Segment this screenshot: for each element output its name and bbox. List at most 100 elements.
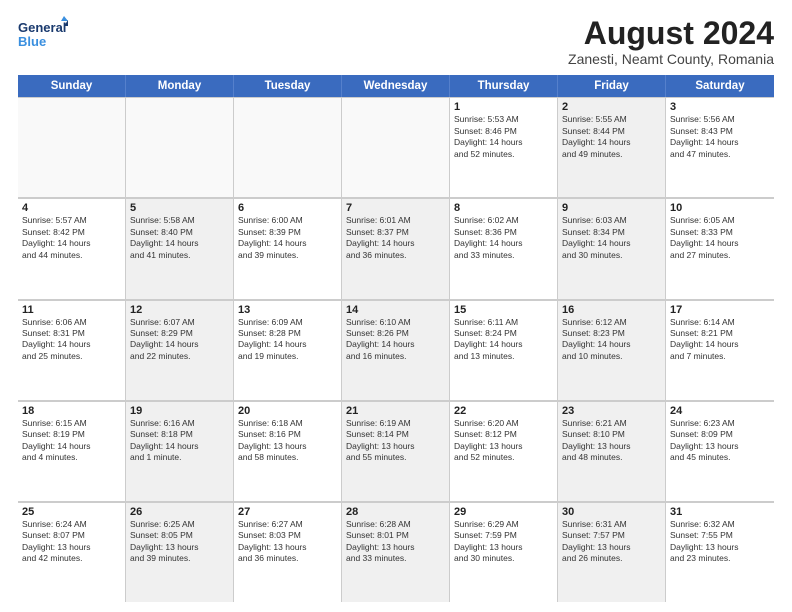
day-cell: 14Sunrise: 6:10 AM Sunset: 8:26 PM Dayli… (342, 300, 450, 400)
day-number: 21 (346, 405, 445, 417)
day-cell: 12Sunrise: 6:07 AM Sunset: 8:29 PM Dayli… (126, 300, 234, 400)
subtitle: Zanesti, Neamt County, Romania (568, 51, 774, 67)
day-info: Sunrise: 5:56 AM Sunset: 8:43 PM Dayligh… (670, 114, 770, 160)
page: General Blue August 2024 Zanesti, Neamt … (0, 0, 792, 612)
day-cell: 26Sunrise: 6:25 AM Sunset: 8:05 PM Dayli… (126, 502, 234, 602)
day-number: 14 (346, 304, 445, 316)
day-info: Sunrise: 6:24 AM Sunset: 8:07 PM Dayligh… (22, 519, 121, 565)
calendar-header: SundayMondayTuesdayWednesdayThursdayFrid… (18, 75, 774, 97)
day-number: 1 (454, 101, 553, 113)
day-cell: 31Sunrise: 6:32 AM Sunset: 7:55 PM Dayli… (666, 502, 774, 602)
day-info: Sunrise: 6:19 AM Sunset: 8:14 PM Dayligh… (346, 418, 445, 464)
day-info: Sunrise: 6:12 AM Sunset: 8:23 PM Dayligh… (562, 317, 661, 363)
weekday-header: Sunday (18, 75, 126, 97)
day-cell: 11Sunrise: 6:06 AM Sunset: 8:31 PM Dayli… (18, 300, 126, 400)
day-info: Sunrise: 6:11 AM Sunset: 8:24 PM Dayligh… (454, 317, 553, 363)
weekday-header: Saturday (666, 75, 774, 97)
empty-cell (126, 97, 234, 197)
day-number: 27 (238, 506, 337, 518)
day-info: Sunrise: 6:02 AM Sunset: 8:36 PM Dayligh… (454, 215, 553, 261)
day-info: Sunrise: 6:09 AM Sunset: 8:28 PM Dayligh… (238, 317, 337, 363)
day-info: Sunrise: 5:53 AM Sunset: 8:46 PM Dayligh… (454, 114, 553, 160)
calendar-row: 1Sunrise: 5:53 AM Sunset: 8:46 PM Daylig… (18, 97, 774, 198)
day-cell: 3Sunrise: 5:56 AM Sunset: 8:43 PM Daylig… (666, 97, 774, 197)
day-info: Sunrise: 6:18 AM Sunset: 8:16 PM Dayligh… (238, 418, 337, 464)
day-cell: 24Sunrise: 6:23 AM Sunset: 8:09 PM Dayli… (666, 401, 774, 501)
day-info: Sunrise: 6:31 AM Sunset: 7:57 PM Dayligh… (562, 519, 661, 565)
day-cell: 18Sunrise: 6:15 AM Sunset: 8:19 PM Dayli… (18, 401, 126, 501)
weekday-header: Tuesday (234, 75, 342, 97)
calendar: SundayMondayTuesdayWednesdayThursdayFrid… (18, 75, 774, 602)
weekday-header: Wednesday (342, 75, 450, 97)
day-info: Sunrise: 6:07 AM Sunset: 8:29 PM Dayligh… (130, 317, 229, 363)
day-cell: 21Sunrise: 6:19 AM Sunset: 8:14 PM Dayli… (342, 401, 450, 501)
weekday-header: Monday (126, 75, 234, 97)
day-info: Sunrise: 6:10 AM Sunset: 8:26 PM Dayligh… (346, 317, 445, 363)
day-number: 5 (130, 202, 229, 214)
empty-cell (342, 97, 450, 197)
day-cell: 7Sunrise: 6:01 AM Sunset: 8:37 PM Daylig… (342, 198, 450, 298)
day-info: Sunrise: 5:58 AM Sunset: 8:40 PM Dayligh… (130, 215, 229, 261)
day-number: 6 (238, 202, 337, 214)
day-info: Sunrise: 5:57 AM Sunset: 8:42 PM Dayligh… (22, 215, 121, 261)
day-number: 17 (670, 304, 770, 316)
empty-cell (18, 97, 126, 197)
day-cell: 22Sunrise: 6:20 AM Sunset: 8:12 PM Dayli… (450, 401, 558, 501)
day-number: 20 (238, 405, 337, 417)
weekday-header: Thursday (450, 75, 558, 97)
day-info: Sunrise: 6:01 AM Sunset: 8:37 PM Dayligh… (346, 215, 445, 261)
day-info: Sunrise: 6:20 AM Sunset: 8:12 PM Dayligh… (454, 418, 553, 464)
day-info: Sunrise: 6:28 AM Sunset: 8:01 PM Dayligh… (346, 519, 445, 565)
day-info: Sunrise: 6:15 AM Sunset: 8:19 PM Dayligh… (22, 418, 121, 464)
weekday-header: Friday (558, 75, 666, 97)
day-cell: 2Sunrise: 5:55 AM Sunset: 8:44 PM Daylig… (558, 97, 666, 197)
day-number: 15 (454, 304, 553, 316)
title-block: August 2024 Zanesti, Neamt County, Roman… (568, 16, 774, 67)
day-cell: 17Sunrise: 6:14 AM Sunset: 8:21 PM Dayli… (666, 300, 774, 400)
day-cell: 13Sunrise: 6:09 AM Sunset: 8:28 PM Dayli… (234, 300, 342, 400)
day-cell: 6Sunrise: 6:00 AM Sunset: 8:39 PM Daylig… (234, 198, 342, 298)
day-info: Sunrise: 6:03 AM Sunset: 8:34 PM Dayligh… (562, 215, 661, 261)
day-number: 26 (130, 506, 229, 518)
day-cell: 29Sunrise: 6:29 AM Sunset: 7:59 PM Dayli… (450, 502, 558, 602)
calendar-row: 25Sunrise: 6:24 AM Sunset: 8:07 PM Dayli… (18, 502, 774, 602)
day-number: 11 (22, 304, 121, 316)
day-number: 8 (454, 202, 553, 214)
day-cell: 8Sunrise: 6:02 AM Sunset: 8:36 PM Daylig… (450, 198, 558, 298)
day-number: 24 (670, 405, 770, 417)
day-cell: 27Sunrise: 6:27 AM Sunset: 8:03 PM Dayli… (234, 502, 342, 602)
day-info: Sunrise: 6:27 AM Sunset: 8:03 PM Dayligh… (238, 519, 337, 565)
day-cell: 9Sunrise: 6:03 AM Sunset: 8:34 PM Daylig… (558, 198, 666, 298)
day-number: 4 (22, 202, 121, 214)
day-cell: 15Sunrise: 6:11 AM Sunset: 8:24 PM Dayli… (450, 300, 558, 400)
logo: General Blue (18, 16, 68, 56)
day-info: Sunrise: 6:00 AM Sunset: 8:39 PM Dayligh… (238, 215, 337, 261)
day-number: 19 (130, 405, 229, 417)
day-cell: 25Sunrise: 6:24 AM Sunset: 8:07 PM Dayli… (18, 502, 126, 602)
day-cell: 4Sunrise: 5:57 AM Sunset: 8:42 PM Daylig… (18, 198, 126, 298)
day-cell: 28Sunrise: 6:28 AM Sunset: 8:01 PM Dayli… (342, 502, 450, 602)
svg-text:General: General (18, 20, 66, 35)
day-cell: 30Sunrise: 6:31 AM Sunset: 7:57 PM Dayli… (558, 502, 666, 602)
calendar-row: 4Sunrise: 5:57 AM Sunset: 8:42 PM Daylig… (18, 198, 774, 299)
calendar-row: 11Sunrise: 6:06 AM Sunset: 8:31 PM Dayli… (18, 300, 774, 401)
day-number: 3 (670, 101, 770, 113)
day-number: 10 (670, 202, 770, 214)
day-cell: 23Sunrise: 6:21 AM Sunset: 8:10 PM Dayli… (558, 401, 666, 501)
header: General Blue August 2024 Zanesti, Neamt … (18, 16, 774, 67)
day-info: Sunrise: 5:55 AM Sunset: 8:44 PM Dayligh… (562, 114, 661, 160)
day-cell: 20Sunrise: 6:18 AM Sunset: 8:16 PM Dayli… (234, 401, 342, 501)
day-cell: 16Sunrise: 6:12 AM Sunset: 8:23 PM Dayli… (558, 300, 666, 400)
day-number: 22 (454, 405, 553, 417)
day-number: 30 (562, 506, 661, 518)
day-cell: 5Sunrise: 5:58 AM Sunset: 8:40 PM Daylig… (126, 198, 234, 298)
day-number: 18 (22, 405, 121, 417)
day-info: Sunrise: 6:21 AM Sunset: 8:10 PM Dayligh… (562, 418, 661, 464)
day-number: 29 (454, 506, 553, 518)
logo-svg: General Blue (18, 16, 68, 56)
day-info: Sunrise: 6:32 AM Sunset: 7:55 PM Dayligh… (670, 519, 770, 565)
day-info: Sunrise: 6:23 AM Sunset: 8:09 PM Dayligh… (670, 418, 770, 464)
day-number: 7 (346, 202, 445, 214)
day-number: 2 (562, 101, 661, 113)
day-number: 9 (562, 202, 661, 214)
